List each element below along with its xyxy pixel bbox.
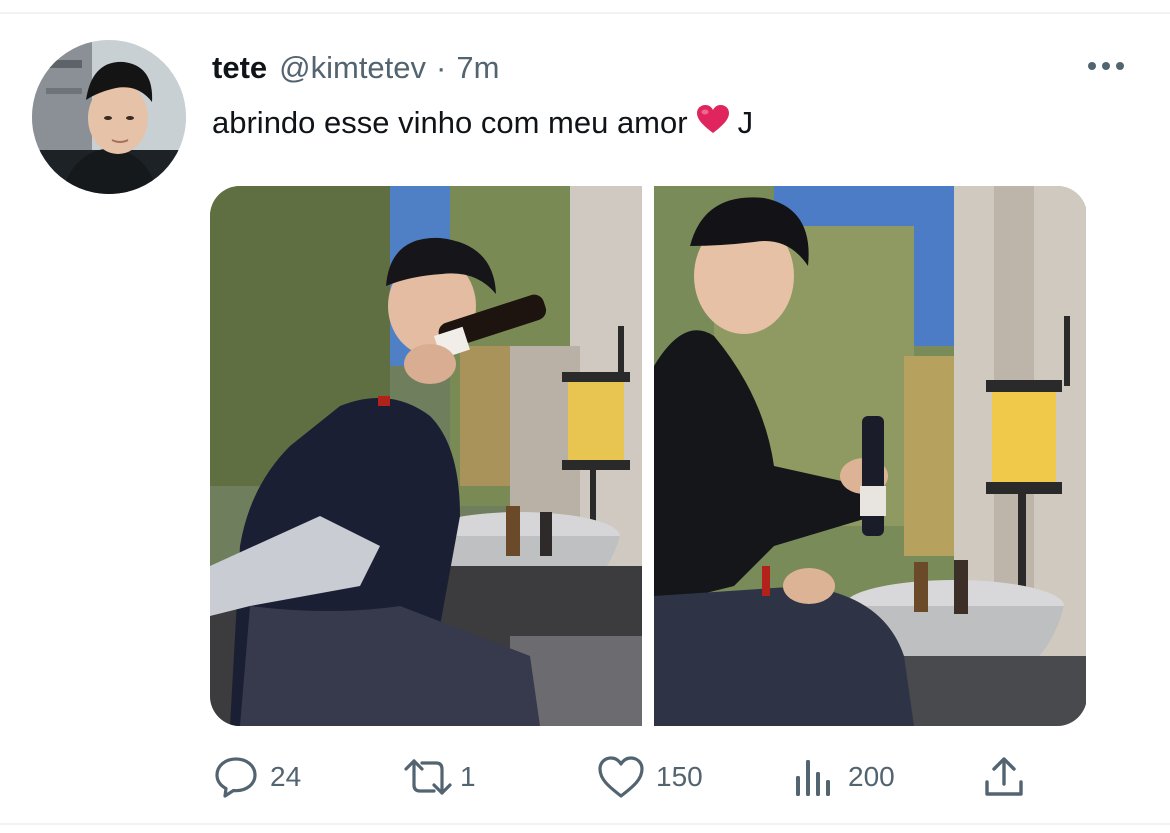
more-options-button[interactable] xyxy=(1084,52,1128,82)
heart-outline-icon xyxy=(596,754,646,800)
more-horizontal-icon xyxy=(1086,58,1126,76)
speech-bubble-icon xyxy=(212,753,260,801)
avatar[interactable] xyxy=(32,40,186,194)
retweet-count: 1 xyxy=(460,761,476,792)
avatar-image xyxy=(32,40,186,194)
retweet-button[interactable]: 1 xyxy=(400,750,476,804)
share-upload-icon xyxy=(982,754,1026,800)
header-separator: · xyxy=(436,50,447,85)
display-name[interactable]: tete xyxy=(212,50,267,86)
red-heart-emoji xyxy=(696,104,730,142)
like-button[interactable]: 150 xyxy=(596,750,703,804)
tweet-text-end: J xyxy=(737,105,754,140)
tweet-card: tete @kimtetev · 7m abrindo esse vinho c… xyxy=(0,0,1170,833)
tweet-text: abrindo esse vinho com meu amor J xyxy=(212,104,753,142)
bottom-divider xyxy=(0,823,1170,825)
tweet-header: tete @kimtetev · 7m xyxy=(212,46,499,90)
timestamp[interactable]: 7m xyxy=(456,50,499,86)
bar-chart-icon xyxy=(792,754,836,800)
user-handle[interactable]: @kimtetev xyxy=(279,50,426,86)
top-divider xyxy=(0,12,1170,14)
media-grid xyxy=(210,186,1087,726)
retweet-arrows-icon xyxy=(400,753,456,801)
action-bar: 24 1 150 200 xyxy=(212,750,1042,804)
reply-button[interactable]: 24 xyxy=(212,750,301,804)
photo-2[interactable] xyxy=(654,186,1086,726)
tweet-text-main: abrindo esse vinho com meu amor xyxy=(212,105,688,140)
views-count: 200 xyxy=(848,761,895,792)
photo-1-image xyxy=(210,186,642,726)
photo-2-image xyxy=(654,186,1086,726)
views-button[interactable]: 200 xyxy=(792,750,895,804)
photo-1[interactable] xyxy=(210,186,642,726)
share-button[interactable] xyxy=(982,750,1026,804)
reply-count: 24 xyxy=(270,761,302,792)
like-count: 150 xyxy=(656,761,703,792)
